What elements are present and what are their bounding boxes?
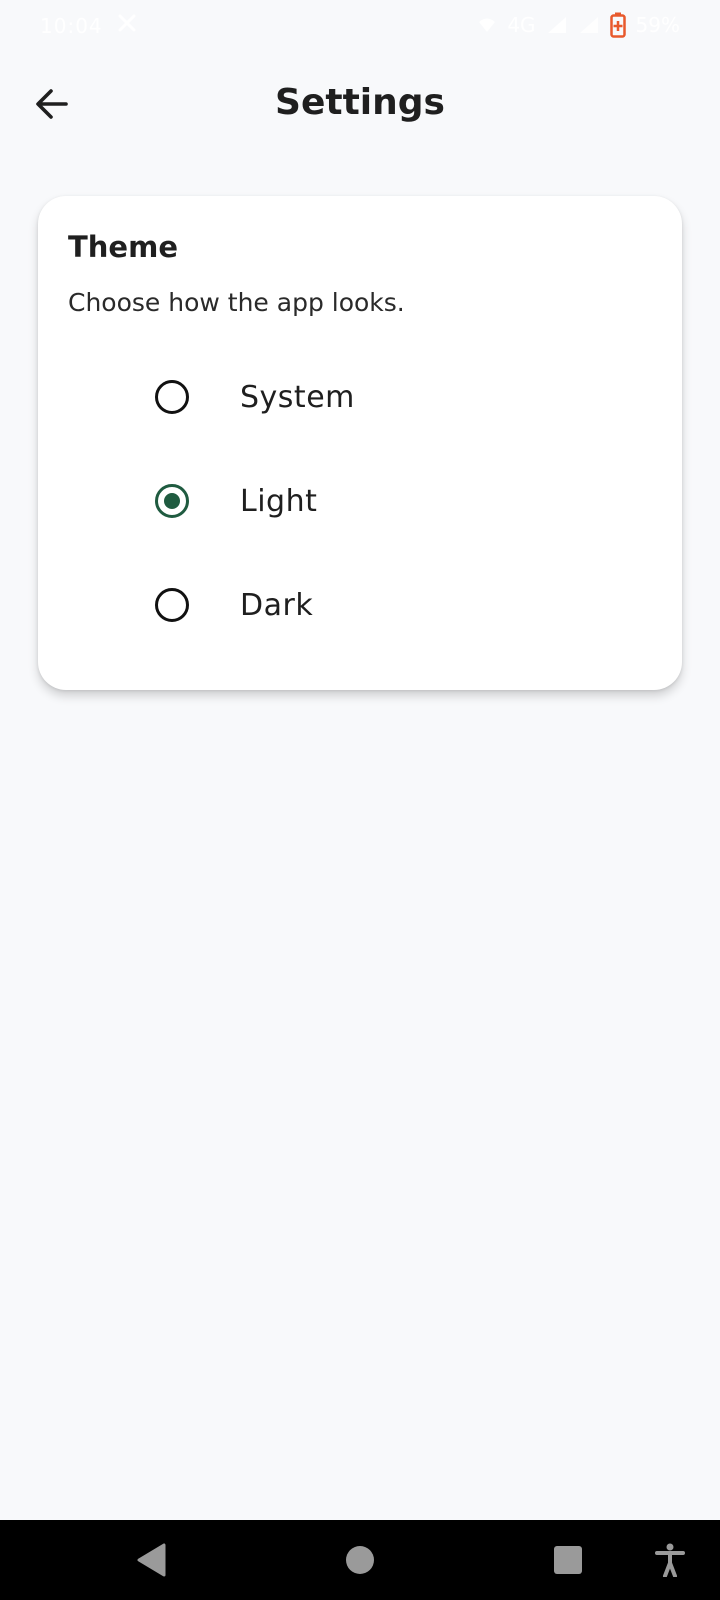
network-type: 4G [507, 13, 536, 37]
status-icons: 4G 59% [477, 12, 680, 38]
nav-recents-button[interactable] [548, 1540, 588, 1580]
nav-home-button[interactable] [340, 1540, 380, 1580]
page-title: Settings [275, 82, 445, 123]
nav-recents-icon [554, 1546, 582, 1574]
signal-icon-2 [579, 17, 598, 33]
battery-icon [609, 12, 626, 38]
option-label-light: Light [240, 483, 318, 519]
wifi-icon [479, 18, 496, 32]
accessibility-icon [655, 1543, 685, 1577]
system-nav-bar [0, 1520, 720, 1600]
theme-card: Theme Choose how the app looks. System L… [38, 196, 682, 690]
top-app-bar: Settings [0, 60, 720, 150]
card-subtitle: Choose how the app looks. [68, 288, 405, 317]
card-title: Theme [68, 230, 178, 264]
settings-screen: 10:04 4G 59% Settings Theme Choose how t… [0, 0, 720, 1600]
accessibility-button[interactable] [650, 1540, 690, 1580]
battery-percent: 59% [635, 13, 680, 37]
nav-home-icon [346, 1546, 374, 1574]
theme-option-dark[interactable]: Dark [98, 562, 658, 648]
theme-option-system[interactable]: System [98, 354, 658, 440]
signal-icon [547, 17, 566, 33]
radio-button-dark[interactable] [155, 588, 189, 622]
option-label-dark: Dark [240, 587, 314, 623]
status-bar: 10:04 4G 59% [0, 0, 720, 52]
option-label-system: System [240, 379, 355, 415]
radio-button-system[interactable] [155, 380, 189, 414]
radio-button-light[interactable] [155, 484, 189, 518]
theme-option-light[interactable]: Light [98, 458, 658, 544]
status-time: 10:04 [40, 14, 103, 38]
notification-icon [116, 12, 138, 39]
nav-back-button[interactable] [132, 1540, 172, 1580]
nav-back-icon [137, 1543, 166, 1577]
